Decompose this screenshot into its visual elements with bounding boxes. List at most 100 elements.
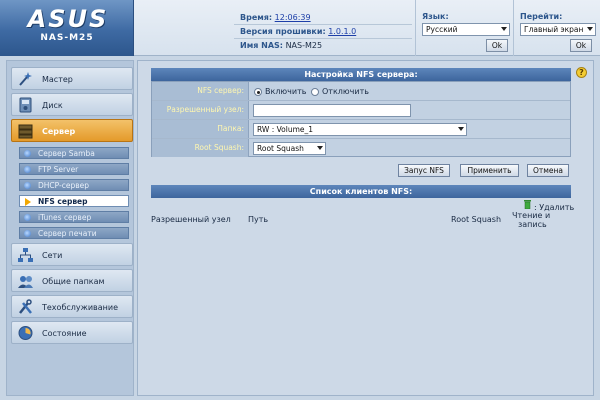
status-icon [18, 326, 33, 340]
nfs-settings-form: NFS сервер: Включить Отключить Разрешенн… [151, 81, 571, 157]
form-row-allowed-host: Разрешенный узел: [152, 101, 570, 120]
goto-select[interactable]: Главный экран [520, 23, 596, 36]
col-read-write-line2: запись [518, 220, 547, 229]
nfs-disable-label[interactable]: Отключить [322, 87, 369, 96]
sidebar-sub-label: iTunes сервер [38, 213, 92, 222]
top-header: ASUS NAS-M25 Время: 12:06:39 Версия прош… [0, 0, 600, 56]
bullet-icon [24, 182, 31, 189]
nfs-server-label: NFS сервер: [152, 82, 249, 100]
sidebar: Мастер Диск Сервер Сервер Samba FTP Serv… [6, 60, 134, 396]
chevron-down-icon [501, 27, 507, 31]
language-box: Язык: Русский Ok [415, 0, 513, 56]
sidebar-item-wizard[interactable]: Мастер [11, 67, 133, 90]
nfs-enable-label[interactable]: Включить [265, 87, 306, 96]
sidebar-sub-nfs[interactable]: NFS сервер [19, 195, 129, 207]
allowed-host-label: Разрешенный узел: [152, 101, 249, 119]
sidebar-item-label: Диск [42, 101, 63, 110]
sidebar-sub-print[interactable]: Сервер печати [19, 227, 129, 239]
tools-icon [19, 299, 32, 314]
sidebar-sub-itunes[interactable]: iTunes сервер [19, 211, 129, 223]
info-divider [234, 38, 412, 39]
sidebar-sub-label: DHCP-сервер [38, 181, 90, 190]
main-panel: ? Настройка NFS сервера: NFS сервер: Вкл… [137, 60, 594, 396]
language-ok-button[interactable]: Ok [486, 39, 508, 52]
start-nfs-button[interactable]: Запус NFS [398, 164, 450, 177]
nfs-settings-title: Настройка NFS сервера: [151, 68, 571, 81]
sidebar-item-server[interactable]: Сервер [11, 119, 133, 142]
root-squash-selected: Root Squash [257, 144, 304, 153]
firmware-row: Версия прошивки: 1.0.1.0 [240, 27, 356, 36]
info-divider [234, 24, 412, 25]
col-path: Путь [248, 215, 269, 224]
language-selected: Русский [426, 25, 458, 34]
apply-button[interactable]: Применить [460, 164, 519, 177]
sidebar-item-label: Сервер [42, 127, 76, 136]
sidebar-item-disk[interactable]: Диск [11, 93, 133, 116]
brand-logo-area: ASUS NAS-M25 [0, 0, 134, 56]
nfs-disable-radio[interactable] [311, 88, 319, 96]
goto-label: Перейти: [520, 12, 563, 21]
goto-box: Перейти: Главный экран Ok [513, 0, 600, 56]
sidebar-item-maintenance[interactable]: Техобслуживание [11, 295, 133, 318]
time-row: Время: 12:06:39 [240, 13, 311, 22]
cancel-button[interactable]: Отмена [527, 164, 569, 177]
sidebar-item-label: Мастер [42, 75, 73, 84]
sidebar-sub-label: Сервер печати [38, 229, 97, 238]
nas-name-label: Имя NAS: [240, 41, 284, 50]
nfs-enable-radio[interactable] [254, 88, 262, 96]
form-row-nfs-server: NFS сервер: Включить Отключить [152, 82, 570, 101]
sidebar-item-status[interactable]: Состояние [11, 321, 133, 344]
firmware-label: Версия прошивки: [240, 27, 326, 36]
shared-folders-icon [18, 276, 33, 288]
root-squash-select[interactable]: Root Squash [253, 142, 326, 155]
folder-selected: RW : Volume_1 [257, 125, 314, 134]
bullet-icon [24, 150, 31, 157]
help-icon[interactable]: ? [576, 67, 587, 78]
chevron-down-icon [317, 146, 323, 150]
bullet-icon [24, 214, 31, 221]
sidebar-item-shared-folders[interactable]: Общие папкам [11, 269, 133, 292]
language-label: Язык: [422, 12, 449, 21]
folder-select[interactable]: RW : Volume_1 [253, 123, 467, 136]
form-row-folder: Папка: RW : Volume_1 [152, 120, 570, 139]
arrow-right-icon [25, 198, 31, 206]
model-name: NAS-M25 [40, 33, 94, 43]
col-root-squash: Root Squash [451, 215, 502, 224]
allowed-host-input[interactable] [253, 104, 411, 117]
asus-logo: ASUS [27, 5, 109, 33]
bullet-icon [24, 230, 31, 237]
sidebar-item-label: Состояние [42, 329, 87, 338]
sidebar-sub-samba[interactable]: Сервер Samba [19, 147, 129, 159]
goto-ok-button[interactable]: Ok [570, 39, 592, 52]
device-info: Время: 12:06:39 Версия прошивки: 1.0.1.0… [136, 0, 414, 56]
sidebar-item-label: Сети [42, 251, 63, 260]
col-allowed-host: Разрешенный узел [151, 215, 231, 224]
nfs-clients-title: Список клиентов NFS: [151, 185, 571, 198]
sidebar-sub-label: NFS сервер [38, 197, 88, 206]
nas-name-row: Имя NAS: NAS-M25 [240, 41, 322, 50]
sidebar-sub-ftp[interactable]: FTP Server [19, 163, 129, 175]
wizard-icon [19, 72, 32, 86]
root-squash-label: Root Squash: [152, 139, 249, 157]
firmware-link[interactable]: 1.0.1.0 [328, 27, 356, 36]
time-link[interactable]: 12:06:39 [275, 13, 311, 22]
goto-selected: Главный экран [524, 25, 584, 34]
chevron-down-icon [587, 27, 593, 31]
trash-icon [524, 200, 531, 209]
time-label: Время: [240, 13, 273, 22]
sidebar-item-label: Техобслуживание [42, 303, 118, 312]
form-row-root-squash: Root Squash: Root Squash [152, 139, 570, 158]
col-read-write-line1: Чтение и [512, 211, 551, 220]
nas-name-value: NAS-M25 [285, 41, 323, 50]
chevron-down-icon [458, 127, 464, 131]
disk-icon [19, 97, 32, 113]
network-icon [18, 248, 33, 262]
server-icon [18, 124, 33, 139]
sidebar-item-label: Общие папкам [42, 277, 105, 286]
language-select[interactable]: Русский [422, 23, 510, 36]
sidebar-sub-label: FTP Server [38, 165, 79, 174]
bullet-icon [24, 166, 31, 173]
sidebar-item-network[interactable]: Сети [11, 243, 133, 266]
sidebar-sub-dhcp[interactable]: DHCP-сервер [19, 179, 129, 191]
sidebar-sub-label: Сервер Samba [38, 149, 95, 158]
